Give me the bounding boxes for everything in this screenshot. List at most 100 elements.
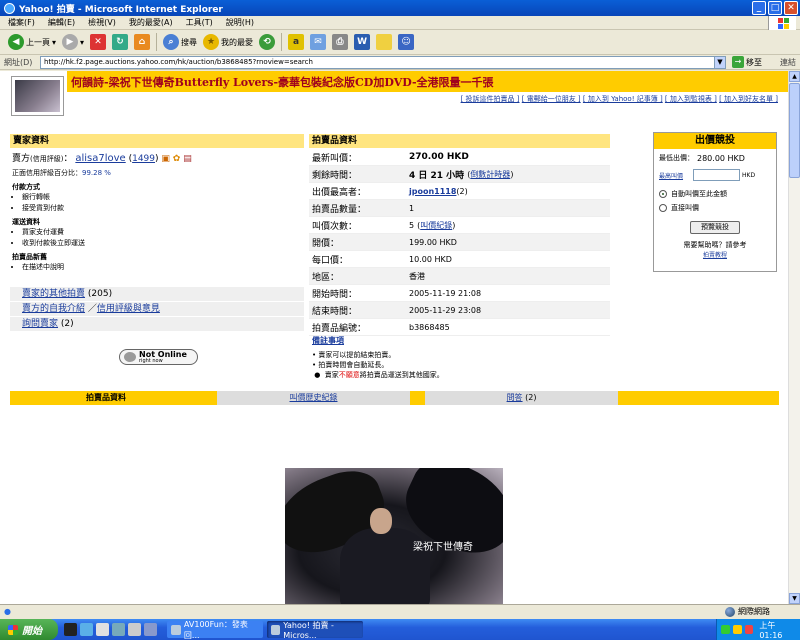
seller-intro-link[interactable]: 賣方的自我介紹 — [22, 304, 85, 314]
notes-heading[interactable]: 備註事項 — [312, 335, 612, 346]
auto-bid-radio[interactable] — [659, 190, 667, 198]
menu-help[interactable]: 說明(H) — [226, 17, 254, 28]
item-thumbnail[interactable] — [11, 76, 64, 116]
email-friend-link[interactable]: [ 電郵給一位朋友 ] — [522, 95, 581, 103]
menu-edit[interactable]: 編輯(E) — [48, 17, 75, 28]
seller-name-link[interactable]: alisa7love — [75, 153, 125, 164]
search-label: 搜尋 — [181, 37, 198, 47]
seller-rating-link[interactable]: 1499 — [132, 154, 155, 164]
messenger-status-icon — [124, 352, 136, 362]
currency-label: HKD — [742, 171, 756, 179]
menu-view[interactable]: 檢視(V) — [88, 17, 116, 28]
quicklaunch-desktop-icon[interactable] — [96, 623, 109, 636]
edit-icon[interactable]: W — [354, 34, 371, 50]
countdown-link[interactable]: 倒數計時器 — [470, 170, 510, 179]
online-status-badge[interactable]: Not Online right now — [119, 349, 198, 365]
internet-zone-icon — [725, 606, 735, 617]
row-value: 1 — [409, 203, 415, 213]
maximize-button[interactable]: □ — [768, 1, 782, 15]
home-icon[interactable]: ⌂ — [134, 34, 151, 50]
address-dropdown-icon[interactable]: ▼ — [714, 56, 725, 68]
me-icon[interactable]: ✿ — [173, 154, 181, 164]
window-controls: _ □ ✕ — [752, 1, 798, 15]
stop-icon[interactable]: ✕ — [90, 34, 107, 50]
questions-tab-link[interactable]: 問答 — [507, 393, 523, 402]
tray-network-icon[interactable] — [721, 625, 730, 634]
seller-label: 賣方 — [12, 154, 31, 164]
links-label[interactable]: 連結 — [780, 57, 796, 68]
scroll-thumb[interactable] — [789, 83, 800, 178]
quicklaunch-media-icon[interactable] — [112, 623, 125, 636]
go-arrow-icon: → — [732, 56, 744, 68]
menu-bar: 檔案(F) 編輯(E) 檢視(V) 我的最愛(A) 工具(T) 說明(H) — [0, 16, 800, 30]
windows-flag-icon — [768, 16, 796, 30]
add-notebook-link[interactable]: [ 加入到 Yahoo! 記事簿 ] — [583, 95, 663, 103]
note-post: 將拍賣品運送到其他國家。 — [359, 371, 444, 379]
feedback-link[interactable]: 信用評級與意見 — [97, 304, 160, 314]
minimize-button[interactable]: _ — [752, 1, 766, 15]
max-bid-link[interactable]: 最高叫價 — [659, 171, 683, 180]
profile-icon[interactable]: ▤ — [183, 154, 192, 164]
menu-file[interactable]: 檔案(F) — [8, 17, 35, 28]
forward-button[interactable]: ▶ ▾ — [62, 34, 84, 50]
favorites-button[interactable]: ★ 我的最愛 — [203, 34, 253, 50]
messenger-icon[interactable]: ☺ — [398, 34, 415, 50]
tab-bid-history[interactable]: 叫價歷史紀錄 — [217, 391, 410, 405]
report-item-link[interactable]: [ 投訴這件拍賣品 ] — [461, 95, 520, 103]
window-title-bar[interactable]: Yahoo! 拍賣 - Microsoft Internet Explorer … — [0, 0, 800, 16]
quicklaunch-ie-icon[interactable] — [80, 623, 93, 636]
history-icon[interactable]: ⟲ — [259, 34, 276, 50]
favorites-label: 我的最愛 — [221, 37, 254, 47]
high-bidder-link[interactable]: jpoon1118 — [409, 187, 456, 196]
close-button[interactable]: ✕ — [784, 1, 798, 15]
page-title: 何韻詩-梁祝下世傳奇Butterfly Lovers-豪華包裝紀念版CD加DVD… — [71, 75, 494, 89]
direct-bid-radio[interactable] — [659, 204, 667, 212]
tab-item-info[interactable]: 拍賣品資料 — [10, 391, 202, 405]
task-button-forum[interactable]: AV100Fun：發表回... — [167, 620, 263, 640]
address-input[interactable]: http://hk.f2.page.auctions.yahoo.com/hk/… — [40, 55, 726, 69]
note-early-end: • 賣家可以提前結束拍賣。 — [312, 351, 396, 359]
go-button[interactable]: → 移至 — [732, 56, 762, 68]
preview-bid-button[interactable]: 預覽競投 — [690, 221, 740, 234]
bid-history-tab-link[interactable]: 叫價歷史紀錄 — [290, 393, 338, 402]
shipping-list: 買家支付運費 收到付款後立即運送 — [12, 227, 302, 248]
tutorial-link[interactable]: 拍賣教程 — [654, 250, 776, 259]
menu-favorites[interactable]: 我的最愛(A) — [129, 17, 173, 28]
folder-icon[interactable] — [376, 34, 393, 50]
menu-tools[interactable]: 工具(T) — [186, 17, 213, 28]
encoding-icon[interactable]: a — [288, 34, 305, 50]
ask-seller-link[interactable]: 詢問賣家 — [22, 319, 58, 329]
add-friend-link[interactable]: [ 加入到好友名單 ] — [719, 95, 778, 103]
row-value: 2005-11-29 23:08 — [409, 305, 482, 315]
table-row: 剩餘時間： 4 日 21 小時 (倒數計時器) — [309, 166, 610, 183]
mail-icon[interactable]: ✉ — [310, 34, 327, 50]
bid-history-link[interactable]: 叫價紀錄 — [420, 221, 452, 230]
back-dropdown-icon[interactable]: ▾ — [52, 38, 56, 47]
tab-questions[interactable]: 問答 (2) — [425, 391, 618, 405]
quicklaunch-app-icon[interactable] — [64, 623, 77, 636]
back-button[interactable]: ◀ 上一頁 ▾ — [8, 34, 56, 50]
forward-dropdown-icon[interactable]: ▾ — [80, 38, 84, 47]
row-value: 10.00 HKD — [409, 254, 452, 264]
favorites-star-icon: ★ — [203, 34, 220, 50]
table-row: 最新叫價： 270.00 HKD — [309, 149, 610, 166]
status-bar: ● 網際網路 — [0, 604, 800, 618]
tray-security-icon[interactable] — [744, 625, 754, 634]
bid-amount-input[interactable] — [693, 169, 741, 181]
toolbar: ◀ 上一頁 ▾ ▶ ▾ ✕ ↻ ⌂ ⌕ 搜尋 ★ 我的最愛 ⟲ a ✉ ⎙ W … — [0, 30, 800, 55]
quicklaunch-messenger-icon[interactable] — [144, 623, 157, 636]
refresh-icon[interactable]: ↻ — [112, 34, 129, 50]
task-button-yahoo[interactable]: Yahoo! 拍賣 - Micros... — [267, 621, 363, 640]
search-button[interactable]: ⌕ 搜尋 — [163, 34, 197, 50]
quicklaunch-explorer-icon[interactable] — [128, 623, 141, 636]
start-button[interactable]: 開始 — [0, 619, 58, 640]
seller-other-auctions-link[interactable]: 賣家的其他拍賣 — [22, 289, 85, 299]
condition-heading: 拍賣品新舊 — [12, 253, 47, 261]
scroll-down-icon[interactable]: ▼ — [789, 593, 800, 604]
print-icon[interactable]: ⎙ — [332, 34, 349, 50]
vertical-scrollbar[interactable]: ▲ ▼ — [788, 71, 800, 604]
scroll-up-icon[interactable]: ▲ — [789, 71, 800, 82]
add-watchlist-link[interactable]: [ 加入到監視表 ] — [665, 95, 717, 103]
time-left: 4 日 21 小時 — [409, 170, 465, 181]
tray-ime-icon[interactable] — [732, 625, 742, 634]
